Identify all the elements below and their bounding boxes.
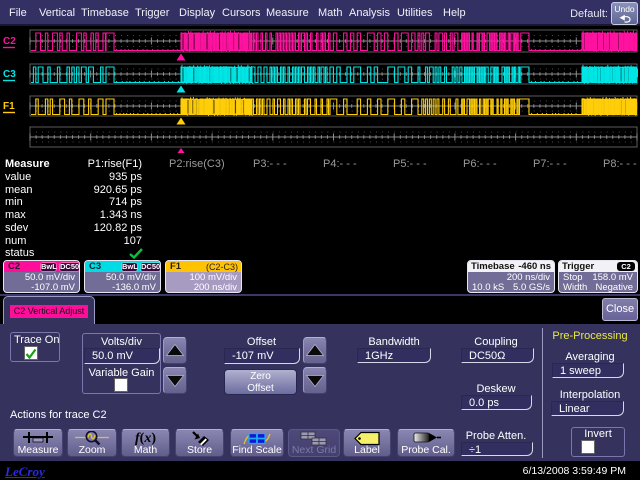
svg-text:C2: C2 <box>3 36 16 47</box>
svg-text:C3: C3 <box>3 69 16 80</box>
svg-text:F1: F1 <box>3 101 15 112</box>
